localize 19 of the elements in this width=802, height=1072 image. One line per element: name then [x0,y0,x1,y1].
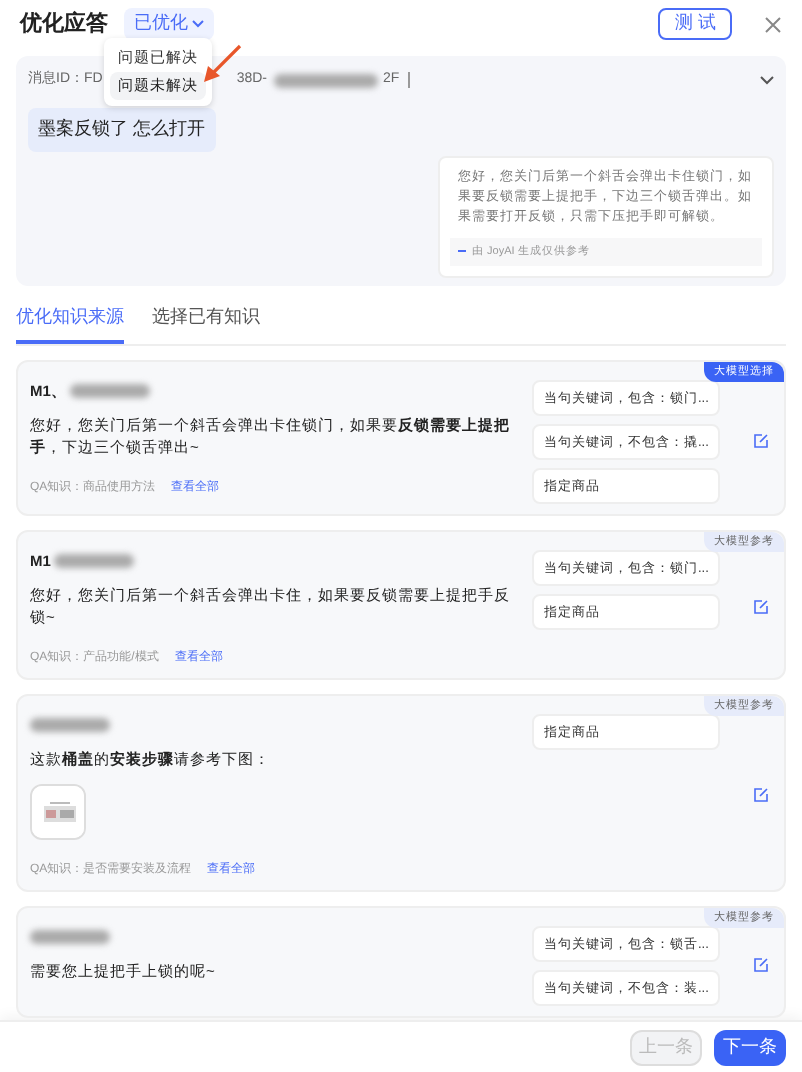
tab[interactable]: 选择已有知识 [152,303,260,345]
redacted-text [54,553,135,568]
question-bubble: 墨案反锁了 怎么打开 [28,108,216,151]
redacted-text [70,383,151,398]
edit-icon[interactable] [754,433,768,448]
tab[interactable]: 优化知识来源 [16,303,124,345]
caret-icon [192,20,204,28]
edit-icon[interactable] [754,957,768,972]
next-button[interactable]: 下一条 [714,1029,786,1065]
chevron-down-icon[interactable] [760,75,774,85]
status-dropdown[interactable]: 已优化 [124,8,214,40]
edit-icon[interactable] [754,600,768,615]
redacted-text [30,717,110,732]
redacted-text [273,73,378,87]
redacted-text [30,929,110,944]
test-button[interactable]: 测 试 [658,8,732,40]
close-icon[interactable] [764,15,782,33]
edit-icon[interactable] [754,788,768,803]
dialog-title: 优化应答 [20,9,108,40]
